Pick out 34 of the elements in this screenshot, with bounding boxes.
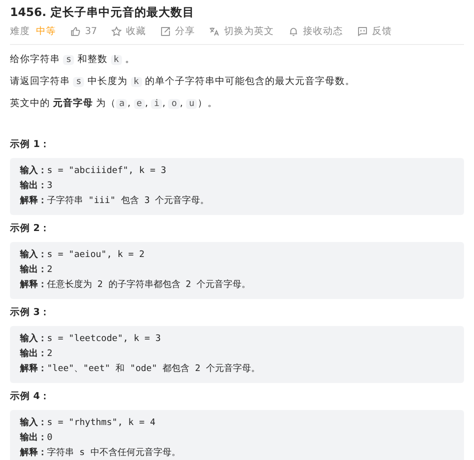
- share-button[interactable]: 分享: [160, 25, 196, 38]
- translate-button[interactable]: 切换为英文: [209, 25, 274, 38]
- problem-title: 1456. 定长子串中元音的最大数目: [10, 5, 196, 19]
- description-text: 请返回字符串 s 中长度为 k 的单个子字符串中可能包含的最大元音字母数。: [10, 75, 356, 89]
- translate-icon: [209, 26, 220, 37]
- example-title: 示例 2：: [10, 222, 51, 235]
- example-line: 输出：3: [20, 180, 54, 193]
- star-button[interactable]: 收藏: [111, 25, 146, 38]
- example-line: 输入：s = "abciiidef", k = 3: [20, 165, 168, 178]
- example-line: 输入：s = "rhythms", k = 4: [20, 417, 156, 430]
- example-line: 解释：子字符串 "iii" 包含 3 个元音字母。: [20, 195, 210, 208]
- difficulty-level: 中等: [36, 25, 56, 38]
- example-line: 输出：2: [20, 348, 54, 361]
- example-line: 输出：2: [20, 264, 54, 277]
- example-line: 解释："lee"、"eet" 和 "ode" 都包含 2 个元音字母。: [20, 363, 261, 376]
- description-text: 英文中的 元音字母 为（ a , e , i , o , u ）。: [10, 97, 218, 111]
- example-title: 示例 1：: [10, 138, 51, 151]
- example-line: 解释：任意长度为 2 的子字符串都包含 2 个元音字母。: [20, 279, 252, 292]
- bell-button[interactable]: 接收动态: [288, 25, 344, 38]
- share-icon: [160, 26, 172, 37]
- like-button[interactable]: 37: [70, 26, 98, 37]
- bell-icon: [288, 26, 300, 37]
- example-title: 示例 4：: [10, 390, 51, 403]
- feedback-button[interactable]: 反馈: [357, 25, 392, 38]
- star-icon: [111, 26, 122, 37]
- example-line: 解释：字符串 s 中不含任何元音字母。: [20, 447, 182, 460]
- example-line: 输入：s = "leetcode", k = 3: [20, 333, 162, 346]
- example-title: 示例 3：: [10, 306, 51, 319]
- example-line: 输入：s = "aeiou", k = 2: [20, 249, 146, 262]
- chat-icon: [357, 26, 368, 37]
- difficulty-label: 难度: [10, 25, 30, 38]
- example-line: 输出：0: [20, 432, 54, 445]
- description-text: 给你字符串 s 和整数 k 。: [10, 53, 136, 67]
- thumbs-up-icon: [70, 26, 81, 37]
